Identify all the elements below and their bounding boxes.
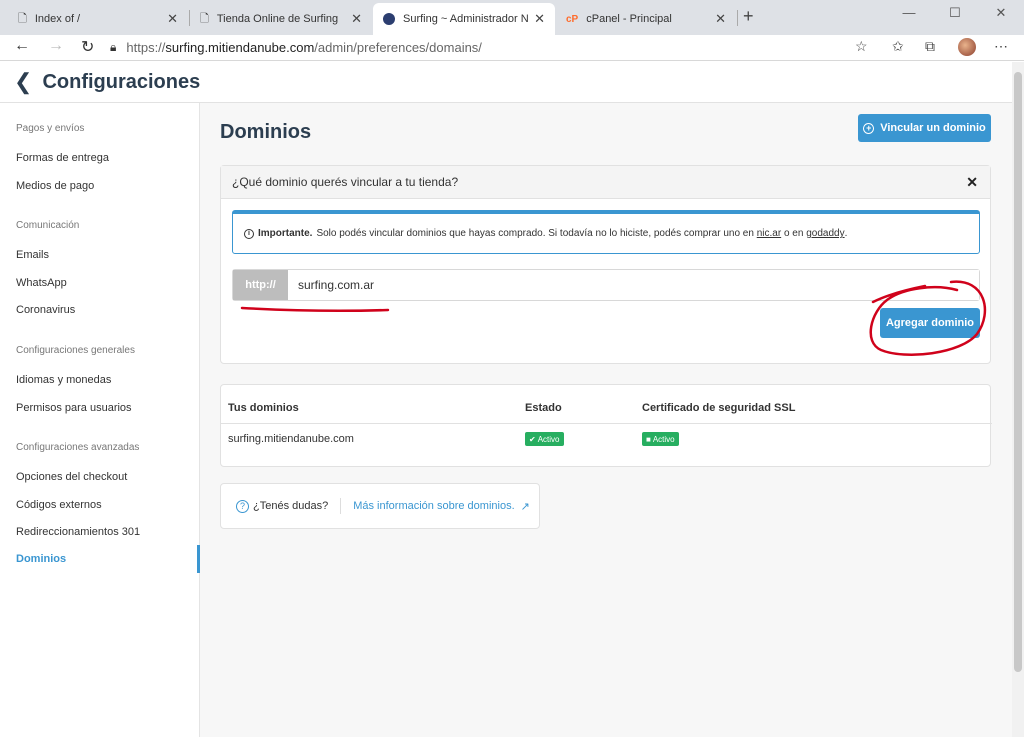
sidebar-group-label: Configuraciones avanzadas (16, 442, 140, 453)
status-label: Activo (537, 434, 560, 444)
sidebar-item-emails[interactable]: Emails (16, 249, 49, 261)
sidebar-item-redireccionamientos[interactable]: Redireccionamientos 301 (16, 526, 140, 538)
sidebar-item-dominios[interactable]: Dominios (16, 553, 66, 565)
browser-tab-admin[interactable]: Surfing ~ Administrador Nube - ✕ (373, 3, 555, 35)
close-icon[interactable]: ✕ (534, 11, 545, 27)
ssl-badge: ■ Activo (642, 432, 679, 446)
settings-sidebar: Pagos y envíos Formas de entrega Medios … (0, 103, 200, 737)
close-icon[interactable]: ✕ (715, 11, 726, 27)
back-chevron-icon[interactable]: ❮ (14, 71, 32, 93)
external-link-icon[interactable]: ↗ (521, 500, 530, 513)
cpanel-icon: cP (566, 13, 579, 25)
add-domain-card: ¿Qué dominio querés vincular a tu tienda… (220, 165, 991, 364)
status-badge: ✔ Activo (525, 432, 564, 446)
help-box: ? ¿Tenés dudas? Más información sobre do… (220, 483, 540, 529)
browser-tab-index[interactable]: 🗋 Index of / ✕ (8, 3, 188, 35)
main-content: Dominios + Vincular un dominio ¿Qué domi… (200, 103, 1012, 737)
page-icon: 🗋 (18, 12, 27, 25)
plus-circle-icon: + (863, 122, 875, 134)
browser-tab-bar: 🗋 Index of / ✕ 🗋 Tienda Online de Surfin… (0, 0, 1024, 35)
close-icon[interactable]: ✕ (167, 11, 178, 27)
new-tab-button[interactable]: + (743, 6, 754, 27)
ssl-label: Activo (652, 434, 675, 444)
http-prefix: http:// (233, 270, 288, 300)
add-domain-button[interactable]: Agregar dominio (880, 308, 980, 338)
domains-info-link[interactable]: Más información sobre dominios. (353, 500, 514, 512)
more-menu-icon[interactable]: ⋯ (994, 38, 1008, 55)
notice-text: . (844, 228, 848, 239)
sidebar-group-label: Pagos y envíos (16, 123, 85, 134)
favorites-list-icon[interactable]: ✩ (892, 38, 904, 55)
sidebar-item-formas-de-entrega[interactable]: Formas de entrega (16, 152, 109, 164)
url-host: surfing.mitiendanube.com (165, 39, 315, 55)
tab-title: Tienda Online de Surfing (216, 13, 339, 25)
domain-input-group: http:// (232, 269, 980, 301)
maximize-icon[interactable]: ☐ (932, 0, 978, 30)
table-header: Tus dominios (228, 402, 299, 414)
question-icon: ? (236, 499, 249, 513)
domain-input[interactable] (288, 270, 979, 300)
link-domain-label: Vincular un dominio (880, 122, 986, 134)
domains-table: Tus dominios Estado Certificado de segur… (220, 384, 992, 467)
table-divider (221, 423, 992, 424)
sidebar-item-idiomas-y-monedas[interactable]: Idiomas y monedas (16, 374, 111, 386)
tab-divider (737, 10, 738, 26)
scroll-thumb[interactable] (1014, 72, 1022, 672)
notice-text: Solo podés vincular dominios que hayas c… (316, 228, 754, 239)
godaddy-link[interactable]: godaddy (806, 228, 844, 239)
sidebar-item-coronavirus[interactable]: Coronavirus (16, 304, 75, 316)
important-notice: i Importante. Solo podés vincular domini… (232, 210, 980, 254)
tiendanube-icon (383, 13, 395, 25)
table-header: Certificado de seguridad SSL (642, 402, 796, 414)
help-question: ¿Tenés dudas? (253, 500, 329, 512)
url-path: /admin/preferences/domains/ (314, 39, 482, 55)
url-field[interactable]: 🔒︎ https://surfing.mitiendanube.com/admi… (110, 36, 878, 58)
sidebar-item-whatsapp[interactable]: WhatsApp (16, 277, 67, 289)
collections-icon[interactable]: ⧉ (925, 38, 935, 55)
close-icon[interactable]: ✕ (966, 174, 978, 191)
back-arrow-icon[interactable]: ← (14, 37, 30, 55)
lock-icon: ■ (646, 434, 651, 444)
refresh-icon[interactable]: ↻ (81, 37, 94, 57)
section-title: Dominios (220, 121, 312, 143)
tab-title: Surfing ~ Administrador Nube - (403, 13, 529, 25)
card-header: ¿Qué dominio querés vincular a tu tienda… (221, 166, 990, 199)
lock-icon: 🔒︎ (110, 39, 117, 54)
sidebar-group-label: Comunicación (16, 220, 80, 231)
address-bar: ← → ↻ 🔒︎ https://surfing.mitiendanube.co… (0, 35, 1024, 61)
table-header: Estado (525, 402, 562, 414)
page-icon: 🗋 (200, 12, 209, 25)
url-scheme: https:// (126, 39, 166, 55)
sidebar-item-permisos[interactable]: Permisos para usuarios (16, 402, 132, 414)
sidebar-item-codigos-externos[interactable]: Códigos externos (16, 499, 102, 511)
sidebar-item-opciones-checkout[interactable]: Opciones del checkout (16, 471, 127, 483)
favorite-star-icon[interactable]: ☆ (855, 38, 868, 55)
domain-cell: surfing.mitiendanube.com (228, 433, 354, 445)
check-icon: ✔ (529, 434, 536, 444)
browser-tab-store[interactable]: 🗋 Tienda Online de Surfing ✕ (190, 3, 372, 35)
notice-strong: Importante. (258, 228, 313, 239)
window-controls: — ☐ ✕ (886, 0, 1024, 30)
page-title: Configuraciones (42, 70, 201, 93)
help-divider (340, 498, 342, 514)
browser-tab-cpanel[interactable]: cP cPanel - Principal ✕ (556, 3, 736, 35)
tab-title: Index of / (34, 13, 81, 25)
sidebar-group-label: Configuraciones generales (16, 345, 135, 356)
page-scrollbar[interactable] (1012, 62, 1024, 737)
forward-arrow-icon[interactable]: → (48, 37, 64, 55)
nic-ar-link[interactable]: nic.ar (757, 228, 781, 239)
page-header: ❮ Configuraciones (0, 62, 1012, 103)
notice-text: o en (783, 228, 804, 239)
close-window-icon[interactable]: ✕ (978, 0, 1024, 30)
sidebar-item-medios-de-pago[interactable]: Medios de pago (16, 180, 94, 192)
tab-title: cPanel - Principal (586, 13, 672, 25)
close-icon[interactable]: ✕ (351, 11, 362, 27)
minimize-icon[interactable]: — (886, 0, 932, 30)
link-domain-button[interactable]: + Vincular un dominio (858, 114, 991, 142)
card-question: ¿Qué dominio querés vincular a tu tienda… (232, 175, 459, 189)
profile-avatar[interactable] (958, 38, 976, 56)
info-icon: i (244, 228, 254, 239)
